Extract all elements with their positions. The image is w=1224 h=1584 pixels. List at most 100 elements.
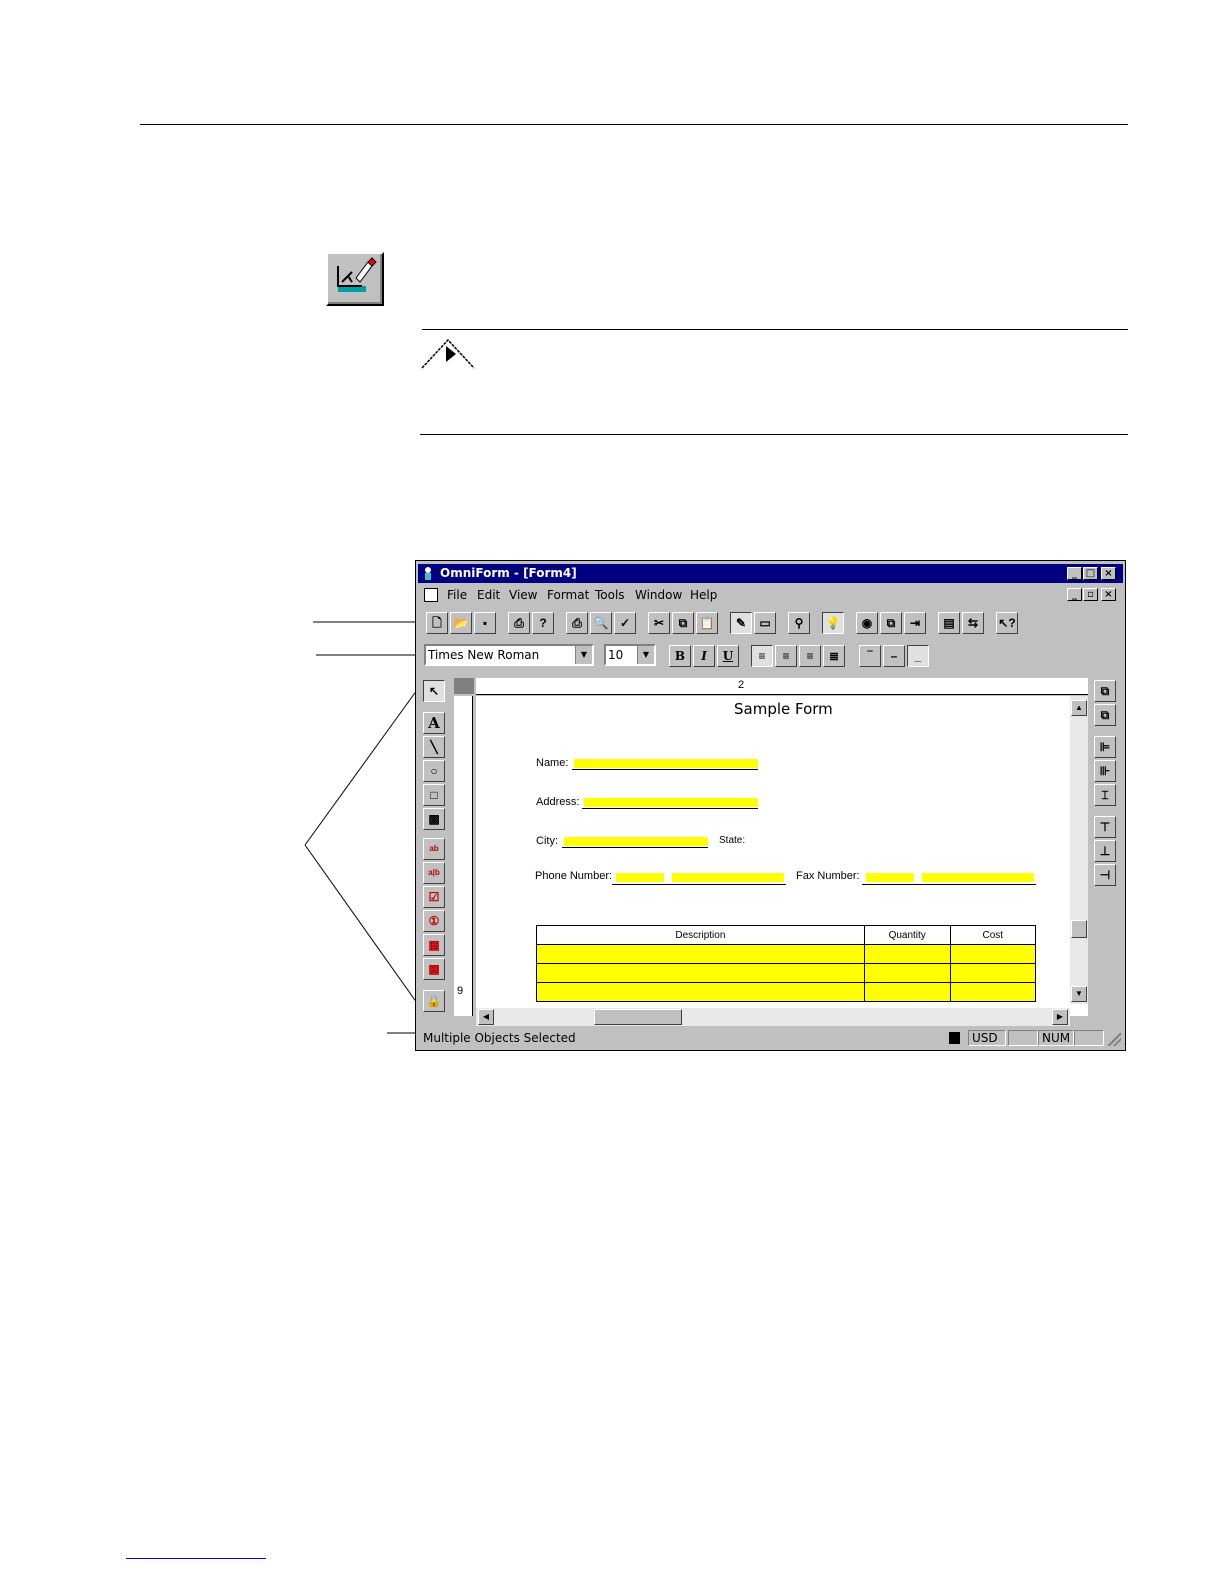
comb-field-icon[interactable]: a|b [423, 862, 445, 884]
valign-middle-icon[interactable]: – [883, 645, 905, 667]
align-center-icon[interactable]: ≡ [775, 645, 797, 667]
underline-button[interactable]: U [717, 645, 739, 667]
open-icon[interactable]: 📂 [450, 612, 472, 634]
doc-restore-button[interactable]: ▫ [1083, 588, 1098, 601]
menu-edit[interactable]: Edit [477, 585, 500, 605]
menu-view[interactable]: View [509, 585, 537, 605]
menu-format[interactable]: Format [547, 585, 589, 605]
address-field[interactable] [584, 798, 758, 807]
selection-arrow-icon[interactable]: ↖ [423, 680, 445, 702]
name-label: Name: [536, 757, 569, 769]
hscroll-thumb[interactable] [594, 1009, 682, 1025]
font-size-select[interactable]: 10 ▼ [604, 644, 656, 666]
horizontal-scrollbar[interactable]: ◀ ▶ [476, 1008, 1070, 1026]
design-mode-button-icon[interactable]: ✎ [730, 612, 752, 634]
name-field[interactable] [574, 759, 758, 768]
vertical-scrollbar[interactable]: ▲ ▼ [1070, 696, 1088, 1004]
scroll-left-icon[interactable]: ◀ [478, 1009, 494, 1025]
context-help-icon[interactable]: ↖? [996, 612, 1018, 634]
align-tops-icon[interactable]: ⊤ [1094, 816, 1116, 838]
align-centers-icon[interactable]: ⌶ [1094, 784, 1116, 806]
checkbox-tool-icon[interactable]: ☑ [423, 886, 445, 908]
radio-tool-icon[interactable]: ① [423, 910, 445, 932]
minimize-button[interactable]: _ [1067, 567, 1082, 580]
table-row [536, 963, 1037, 983]
address-label: Address: [536, 796, 580, 808]
bring-to-front-icon[interactable]: ⧉ [1094, 680, 1116, 702]
justify-icon[interactable]: ≣ [823, 645, 845, 667]
lightbulb-icon[interactable]: 💡 [822, 612, 844, 634]
scroll-up-icon[interactable]: ▲ [1071, 700, 1087, 716]
phone-area-field[interactable] [616, 873, 664, 882]
standard-toolbar: 🗋 📂 ▪ ⎙ ? ⎙ 🔍 ✓ ✂ ⧉ 📋 ✎ ▭ ⚲ 💡 ◉ ⧉ ⇥ ▤ ⇆ … [420, 608, 1121, 638]
copy-icon[interactable]: ⧉ [672, 612, 694, 634]
send-to-back-icon[interactable]: ⧉ [1094, 704, 1116, 726]
save-icon[interactable]: ▪ [474, 612, 496, 634]
cut-icon[interactable]: ✂ [648, 612, 670, 634]
print-icon[interactable]: ⎙ [566, 612, 588, 634]
fill-mode-icon[interactable]: ▭ [754, 612, 776, 634]
state-label: State: [719, 835, 746, 846]
field-tool-icon[interactable]: ab [423, 838, 445, 860]
valign-top-icon[interactable]: ‾ [859, 645, 881, 667]
name-underline [572, 769, 758, 770]
spell-check-icon[interactable]: ✓ [614, 612, 636, 634]
align-left-edges-icon[interactable]: ⊫ [1094, 736, 1116, 758]
menu-window[interactable]: Window [635, 585, 682, 605]
image-field-icon[interactable]: ▩ [423, 958, 445, 980]
fax-number-field[interactable] [922, 873, 1034, 882]
tab-order-icon[interactable]: ⧉ [880, 612, 902, 634]
scan-icon[interactable]: ⎙ [508, 612, 530, 634]
ellipse-tool-icon[interactable]: ○ [423, 760, 445, 782]
valign-bottom-icon[interactable]: _ [907, 645, 929, 667]
picture-tool-icon[interactable]: ▩ [423, 808, 445, 830]
lock-icon[interactable]: 🔒 [423, 990, 445, 1012]
align-right-edges-icon[interactable]: ⊪ [1094, 760, 1116, 782]
print-preview-icon[interactable]: 🔍 [590, 612, 612, 634]
tool-palette: ↖ A ╲ ○ □ ▩ ab a|b ☑ ① ▦ ▩ 🔒 [420, 676, 448, 1016]
align-left-icon[interactable]: ≡ [751, 645, 773, 667]
rectangle-tool-icon[interactable]: □ [423, 784, 445, 806]
scroll-right-icon[interactable]: ▶ [1052, 1009, 1068, 1025]
what-is-icon[interactable]: ? [532, 612, 554, 634]
scroll-thumb[interactable] [1071, 920, 1087, 938]
fax-area-field[interactable] [866, 873, 914, 882]
app-icon [422, 566, 434, 580]
chevron-down-icon[interactable]: ▼ [575, 646, 592, 664]
bold-button[interactable]: B [669, 645, 691, 667]
align-right-icon[interactable]: ≡ [799, 645, 821, 667]
font-size-value: 10 [608, 648, 624, 662]
menu-file[interactable]: File [447, 585, 467, 605]
resize-grip-icon[interactable] [1107, 1032, 1121, 1046]
chevron-down-icon[interactable]: ▼ [637, 646, 654, 664]
italic-button[interactable]: I [693, 645, 715, 667]
align-bottoms-icon[interactable]: ⊥ [1094, 840, 1116, 862]
paste-icon[interactable]: 📋 [696, 612, 718, 634]
maximize-button[interactable]: □ [1083, 567, 1098, 580]
align-middles-icon[interactable]: ⊣ [1094, 864, 1116, 886]
horizontal-ruler: 2 [476, 678, 1088, 695]
close-button[interactable]: × [1101, 567, 1116, 580]
doc-close-button[interactable]: × [1101, 588, 1116, 601]
font-name-select[interactable]: Times New Roman ▼ [424, 644, 594, 666]
ruler-corner [454, 678, 474, 694]
scroll-down-icon[interactable]: ▼ [1071, 986, 1087, 1002]
colors-icon[interactable]: ◉ [856, 612, 878, 634]
form-canvas: Sample Form Name: Address: City: State: … [476, 696, 1088, 1016]
new-icon[interactable]: 🗋 [426, 612, 448, 634]
doc-minimize-button[interactable]: _ [1067, 588, 1082, 601]
footnote-rule [126, 1558, 266, 1559]
field-order-icon[interactable]: ⇥ [904, 612, 926, 634]
vertical-ruler: 9 [454, 696, 473, 1016]
menu-help[interactable]: Help [690, 585, 717, 605]
line-tool-icon[interactable]: ╲ [423, 736, 445, 758]
zoom-icon[interactable]: ⚲ [788, 612, 810, 634]
form-properties-icon[interactable]: ▤ [938, 612, 960, 634]
text-tool-icon[interactable]: A [423, 712, 445, 734]
phone-number-field[interactable] [672, 873, 784, 882]
city-field[interactable] [564, 837, 708, 846]
table-row [536, 944, 1037, 964]
menu-tools[interactable]: Tools [595, 585, 625, 605]
table-tool-icon[interactable]: ▦ [423, 934, 445, 956]
tab-icon[interactable]: ⇆ [962, 612, 984, 634]
